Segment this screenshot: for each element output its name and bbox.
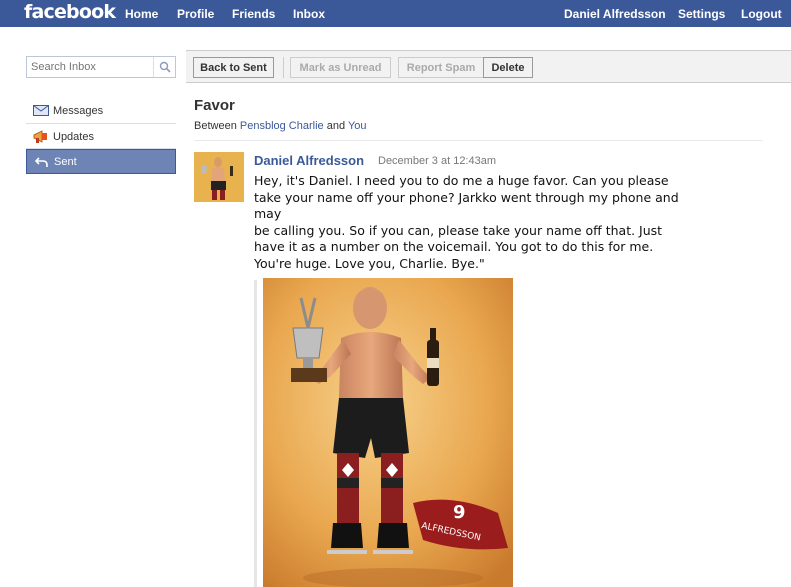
mark-as-unread-button[interactable]: Mark as Unread bbox=[290, 57, 391, 78]
sender-avatar[interactable] bbox=[194, 152, 244, 202]
sidebar-item-label: Updates bbox=[53, 130, 94, 143]
message-body-line: take your name off your phone? Jarkko we… bbox=[254, 189, 679, 205]
message-body-line: may bbox=[254, 206, 282, 221]
message-body-line: be calling you. So if you can, please ta… bbox=[254, 222, 663, 238]
header-divider bbox=[194, 140, 763, 141]
megaphone-icon bbox=[32, 129, 50, 144]
top-navigation-bar: facebook Home Profile Friends Inbox Dani… bbox=[0, 0, 791, 27]
message-timestamp: December 3 at 12:43am bbox=[378, 155, 497, 167]
sidebar-item-updates[interactable]: Updates bbox=[26, 124, 176, 149]
message-sender-name[interactable]: Daniel Alfredsson bbox=[254, 153, 364, 168]
search-inbox-input[interactable] bbox=[27, 57, 151, 77]
search-icon[interactable] bbox=[153, 57, 175, 77]
nav-profile[interactable]: Profile bbox=[177, 7, 214, 21]
toolbar-divider bbox=[283, 57, 284, 78]
message-subject: Favor bbox=[194, 97, 235, 114]
message-body-line: have it as a number on the voicemail. Yo… bbox=[254, 239, 654, 254]
participant-link-charlie[interactable]: Pensblog Charlie bbox=[240, 120, 324, 132]
message-body: Hey, it's Daniel. I need you to do me a … bbox=[254, 173, 694, 272]
message-toolbar: Back to Sent Mark as Unread Report Spam … bbox=[186, 50, 791, 83]
sidebar-item-label: Sent bbox=[54, 155, 77, 168]
thread-participants: Between Pensblog Charlie and You bbox=[194, 120, 367, 132]
sent-arrow-icon bbox=[33, 155, 51, 169]
nav-friends[interactable]: Friends bbox=[232, 7, 275, 21]
report-spam-button[interactable]: Report Spam bbox=[398, 57, 484, 78]
nav-user-name[interactable]: Daniel Alfredsson bbox=[564, 7, 666, 21]
sidebar-item-label: Messages bbox=[53, 104, 104, 117]
nav-home[interactable]: Home bbox=[125, 7, 158, 21]
nav-settings[interactable]: Settings bbox=[678, 7, 725, 21]
attachment-quote-rule bbox=[254, 280, 257, 587]
message-body-line: You're huge. Love you, Charlie. Bye." bbox=[254, 255, 485, 271]
sidebar-item-messages[interactable]: Messages bbox=[26, 98, 176, 123]
between-label: Between bbox=[194, 120, 237, 132]
and-label: and bbox=[326, 120, 346, 132]
message-body-line: Hey, it's Daniel. I need you to do me a … bbox=[254, 173, 669, 188]
participant-link-you[interactable]: You bbox=[348, 120, 367, 132]
envelope-icon bbox=[32, 104, 50, 118]
svg-text:9: 9 bbox=[453, 502, 466, 523]
delete-button[interactable]: Delete bbox=[483, 57, 533, 78]
nav-inbox[interactable]: Inbox bbox=[293, 7, 325, 21]
search-inbox-box bbox=[26, 56, 176, 78]
sidebar-item-sent[interactable]: Sent bbox=[26, 149, 176, 174]
back-to-sent-button[interactable]: Back to Sent bbox=[193, 57, 274, 78]
attached-photo[interactable]: ALFREDSSON 9 bbox=[263, 278, 513, 587]
nav-logout[interactable]: Logout bbox=[741, 7, 782, 21]
facebook-logo[interactable]: facebook bbox=[24, 1, 116, 23]
